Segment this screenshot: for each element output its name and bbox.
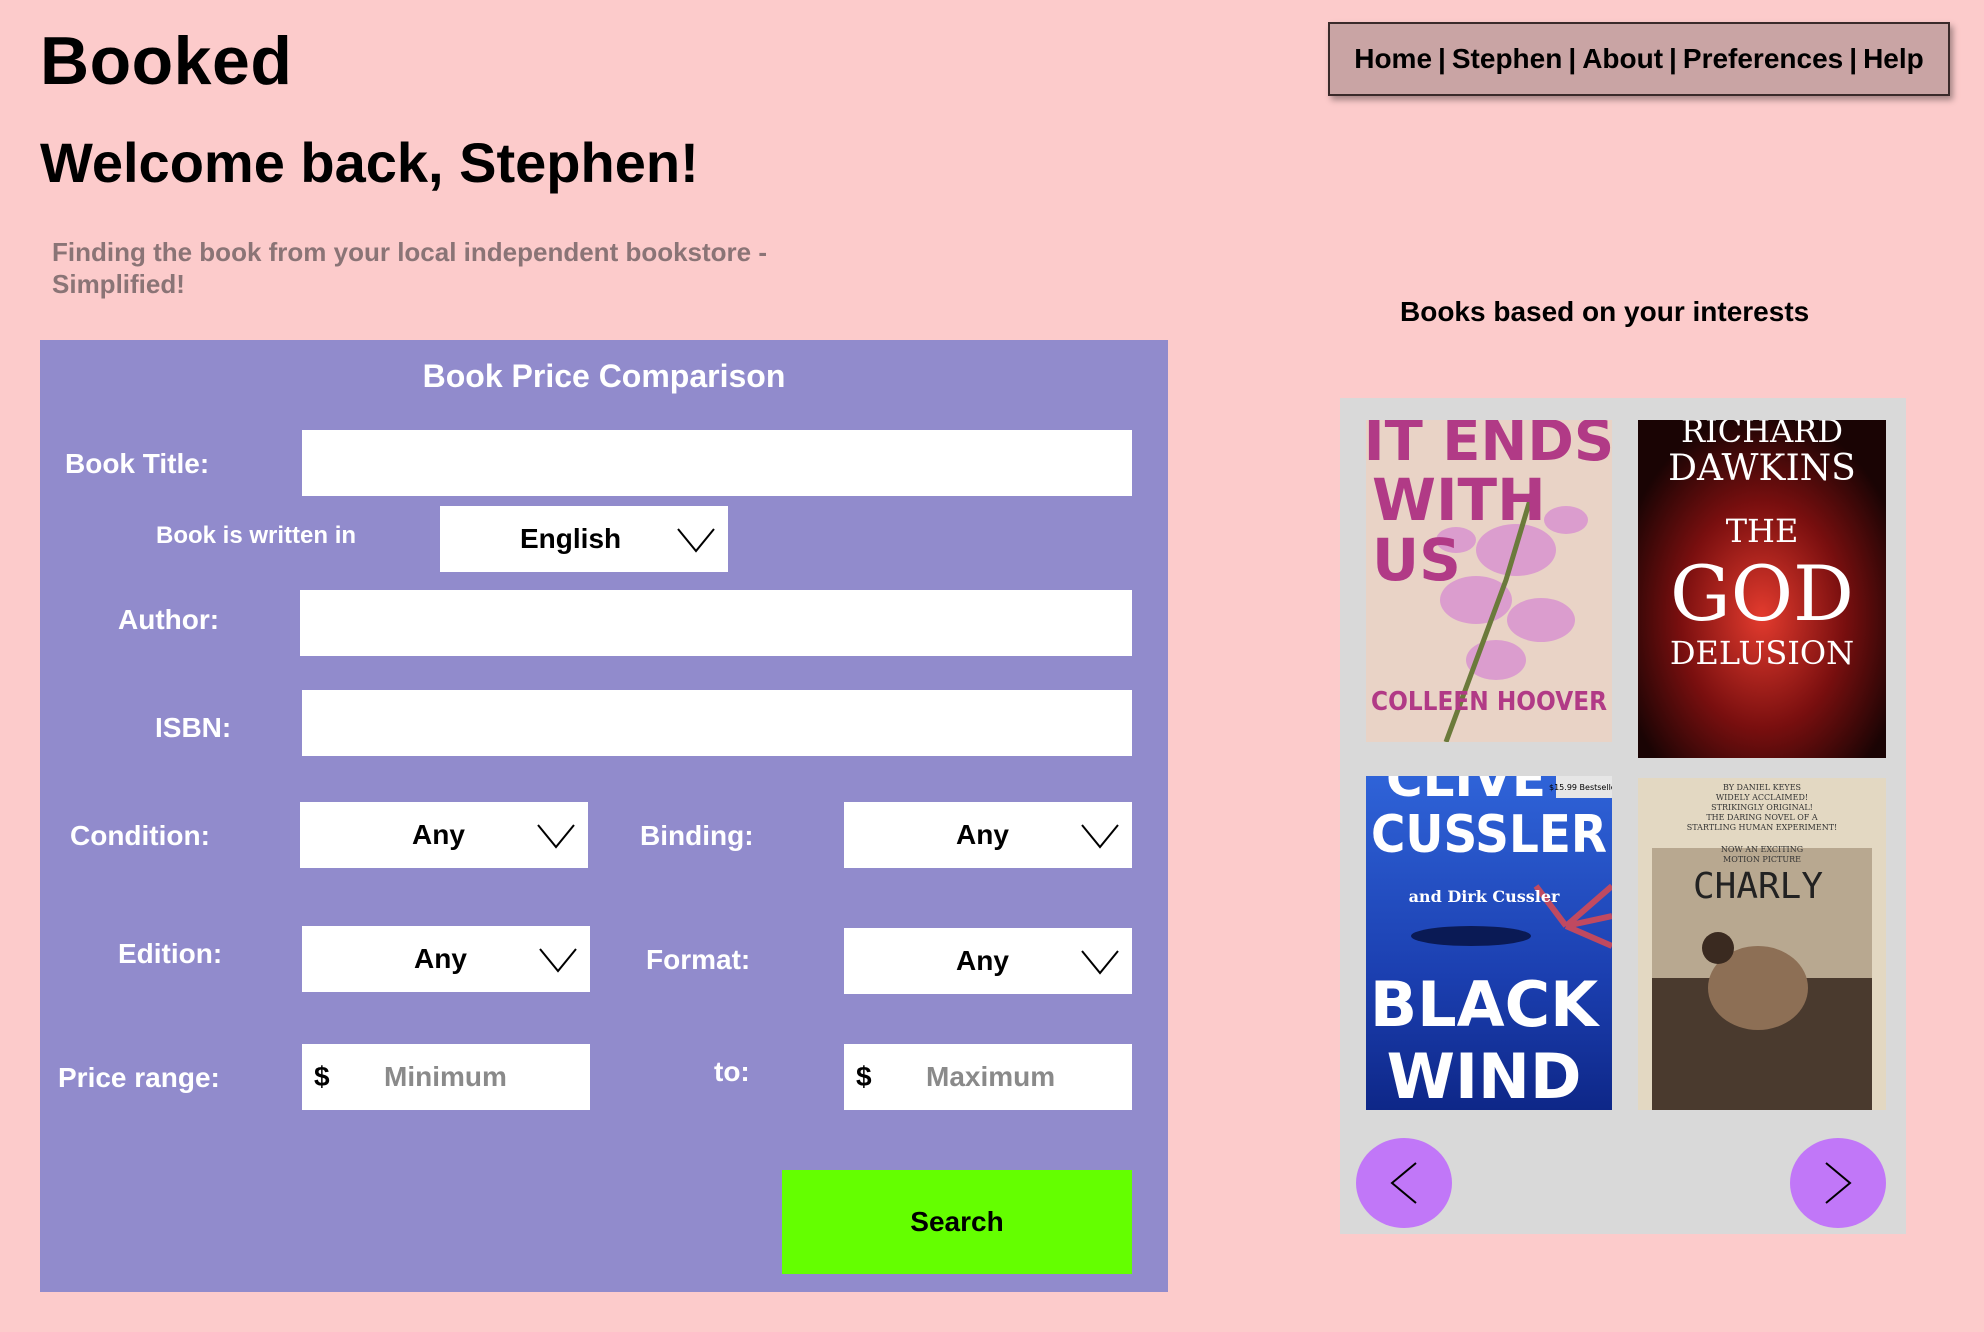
- edition-label: Edition:: [118, 938, 223, 969]
- top-nav: Home | Stephen | About | Preferences | H…: [1328, 22, 1950, 96]
- tagline: Finding the book from your local indepen…: [52, 237, 768, 299]
- book-carousel: IT ENDS WITH US COLLEEN HOOVER RICHARD D…: [1340, 398, 1906, 1234]
- cover-blurb-line: BY DANIEL KEYES: [1723, 783, 1801, 792]
- isbn-label: ISBN:: [155, 712, 232, 743]
- nav-separator: |: [1568, 43, 1577, 74]
- cover-title-line: GOD: [1670, 549, 1854, 638]
- min-price-placeholder: Minimum: [384, 1061, 507, 1092]
- format-select[interactable]: Any: [844, 928, 1132, 994]
- condition-value: Any: [412, 819, 465, 850]
- language-value: English: [520, 523, 622, 554]
- chevron-left-icon: [1390, 1162, 1417, 1204]
- cover-author: COLLEEN HOOVER: [1371, 687, 1607, 717]
- nav-profile[interactable]: Stephen: [1452, 43, 1562, 75]
- price-badge: $15.99 Bestseller: [1549, 783, 1612, 792]
- nav-home[interactable]: Home: [1354, 43, 1432, 75]
- cover-author-line: CUSSLER: [1371, 805, 1607, 865]
- chevron-down-icon: [539, 948, 577, 973]
- chevron-right-icon: [1825, 1162, 1852, 1204]
- chevron-down-icon: [677, 528, 715, 553]
- edition-value: Any: [414, 943, 467, 974]
- book-cover-it-ends-with-us[interactable]: IT ENDS WITH US COLLEEN HOOVER: [1366, 420, 1612, 742]
- edition-select[interactable]: Any: [302, 926, 590, 992]
- currency-symbol: $: [856, 1061, 872, 1092]
- book-title-label: Book Title:: [65, 448, 210, 479]
- condition-select[interactable]: Any: [300, 802, 588, 868]
- format-value: Any: [956, 945, 1009, 976]
- chevron-down-icon: [1081, 824, 1119, 849]
- author-input[interactable]: [300, 590, 1132, 656]
- price-comparison-form: Book Price Comparison Book Title: Book i…: [40, 340, 1168, 1292]
- book-cover-god-delusion[interactable]: RICHARD DAWKINS THE GOD DELUSION: [1638, 420, 1886, 758]
- condition-label: Condition:: [70, 820, 210, 851]
- cover-title-line: WITH: [1372, 466, 1546, 534]
- nav-about[interactable]: About: [1582, 43, 1663, 75]
- cover-blurb-line: STARTLING HUMAN EXPERIMENT!: [1687, 823, 1838, 832]
- form-title: Book Price Comparison: [422, 358, 786, 394]
- cover-coauthor: and Dirk Cussler: [1409, 887, 1560, 906]
- cover-blurb-line: THE DARING NOVEL OF A: [1706, 813, 1818, 822]
- carousel-next-button[interactable]: [1790, 1138, 1886, 1228]
- max-price-placeholder: Maximum: [926, 1061, 1056, 1092]
- max-price-input[interactable]: $ Maximum: [844, 1044, 1132, 1110]
- nav-separator: |: [1849, 43, 1858, 74]
- cover-tagline-line: NOW AN EXCITING: [1721, 845, 1803, 854]
- book-cover-black-wind[interactable]: $15.99 Bestseller CLIVE CUSSLER and Dirk…: [1366, 776, 1612, 1110]
- book-title-input[interactable]: [302, 430, 1132, 496]
- min-price-input[interactable]: $ Minimum: [302, 1044, 590, 1110]
- currency-symbol: $: [314, 1061, 330, 1092]
- recommendations-heading: Books based on your interests: [1400, 296, 1810, 327]
- binding-value: Any: [956, 819, 1009, 850]
- nav-preferences[interactable]: Preferences: [1683, 43, 1843, 75]
- cover-title-line: US: [1372, 526, 1461, 594]
- cover-blurb-line: WIDELY ACCLAIMED!: [1716, 793, 1808, 802]
- search-button[interactable]: Search: [782, 1170, 1132, 1274]
- isbn-input[interactable]: [302, 690, 1132, 756]
- nav-separator: |: [1438, 43, 1446, 74]
- language-label: Book is written in: [156, 522, 357, 549]
- binding-label: Binding:: [640, 820, 754, 851]
- cover-author-line: CLIVE: [1386, 776, 1546, 808]
- nav-help[interactable]: Help: [1863, 43, 1924, 75]
- cover-title-line: THE: [1726, 512, 1799, 550]
- nav-separator: |: [1669, 43, 1677, 74]
- cover-author-line: RICHARD: [1681, 420, 1843, 450]
- binding-select[interactable]: Any: [844, 802, 1132, 868]
- carousel-prev-button[interactable]: [1356, 1138, 1452, 1228]
- cover-tagline-line: MOTION PICTURE: [1723, 855, 1801, 864]
- price-range-label: Price range:: [58, 1062, 220, 1093]
- language-select[interactable]: English: [440, 506, 728, 572]
- app-title: Booked: [40, 23, 293, 99]
- author-label: Author:: [118, 604, 220, 635]
- cover-title-line: WIND: [1387, 1040, 1582, 1110]
- cover-title-line: DELUSION: [1670, 634, 1854, 672]
- welcome-heading: Welcome back, Stephen!: [40, 131, 699, 194]
- chevron-down-icon: [537, 824, 575, 849]
- book-cover-charly[interactable]: BY DANIEL KEYES WIDELY ACCLAIMED! STRIKI…: [1638, 778, 1886, 1110]
- cover-blurb-line: STRIKINGLY ORIGINAL!: [1711, 803, 1813, 812]
- format-label: Format:: [646, 944, 751, 975]
- cover-author-line: DAWKINS: [1668, 448, 1856, 489]
- chevron-down-icon: [1081, 950, 1119, 975]
- price-to-label: to:: [714, 1056, 750, 1087]
- cover-title-line: BLACK: [1370, 968, 1600, 1041]
- cover-title: CHARLY: [1693, 866, 1823, 907]
